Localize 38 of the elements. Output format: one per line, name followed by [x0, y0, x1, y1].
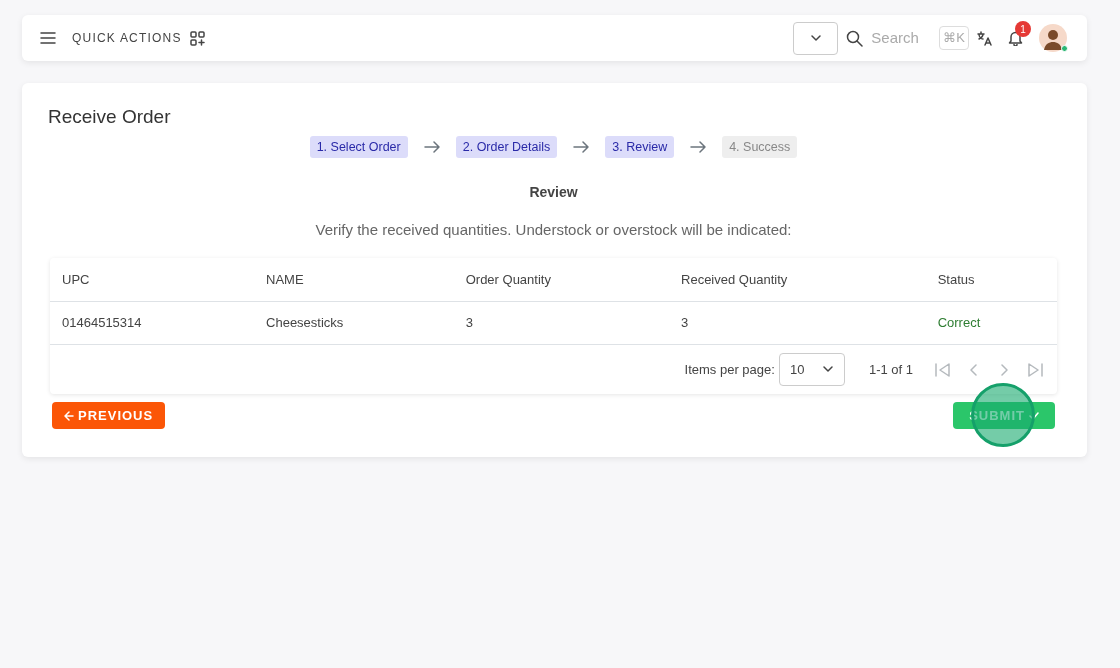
- page-range: 1-1 of 1: [868, 360, 913, 379]
- arrow-right-icon: [423, 140, 440, 153]
- page-size-value: 10: [789, 360, 805, 379]
- column-header: NAME: [254, 257, 454, 302]
- shortcut-hint: ⌘K: [939, 26, 969, 50]
- notification-badge: 1: [1015, 21, 1031, 37]
- page-size-select[interactable]: 10: [778, 352, 845, 386]
- bell-icon[interactable]: [1008, 30, 1023, 46]
- column-header: Status: [925, 257, 1057, 302]
- column-header: Received Quantity: [669, 257, 926, 302]
- step-label: 3. Review: [605, 135, 675, 159]
- column-header: Order Quantity: [453, 257, 669, 302]
- status-text: Correct: [937, 315, 981, 331]
- avatar[interactable]: [1039, 24, 1067, 52]
- table-cell: 3: [453, 301, 669, 345]
- review-heading: Review: [528, 183, 579, 203]
- step-label: 1. Select Order: [309, 135, 408, 159]
- page-title: Receive Order: [48, 105, 172, 129]
- menu-icon[interactable]: [40, 32, 56, 44]
- step-label: 2. Order Details: [455, 135, 558, 159]
- items-per-page-label: Items per page:: [684, 360, 775, 379]
- chevron-down-icon: [809, 34, 822, 42]
- search-field[interactable]: Search: [871, 26, 932, 50]
- arrow-right-icon: [690, 140, 707, 153]
- instructions-text: Verify the received quantities. Understock or overstock will be indicated:: [314, 220, 793, 241]
- step-label: 4. Success: [722, 135, 798, 159]
- arrow-left-icon: [64, 410, 74, 421]
- column-header: UPC: [50, 257, 255, 302]
- chevron-down-icon: [821, 365, 834, 374]
- translate-icon[interactable]: [977, 30, 992, 46]
- search-icon[interactable]: [846, 29, 864, 47]
- quick-actions-label[interactable]: QUICK ACTIONS: [72, 29, 182, 47]
- table-cell: 01464515314: [50, 301, 255, 345]
- arrow-right-icon: [573, 140, 590, 153]
- table-cell: Cheesesticks: [254, 301, 454, 345]
- check-icon: [1029, 410, 1039, 421]
- table-cell: 3: [669, 301, 926, 345]
- grid-add-icon[interactable]: [189, 30, 205, 46]
